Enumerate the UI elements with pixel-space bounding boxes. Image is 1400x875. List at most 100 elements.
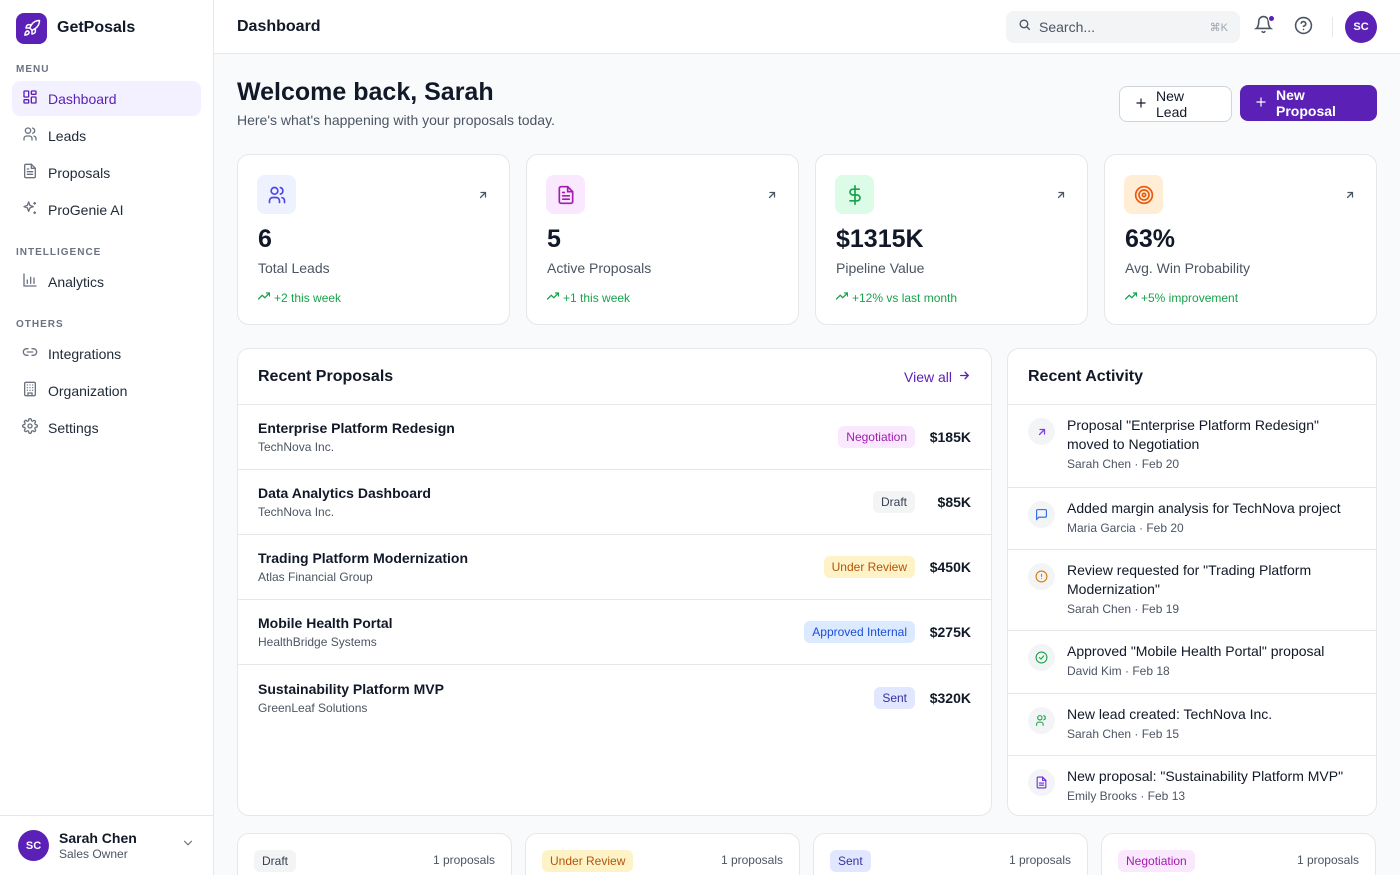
dashboard-icon — [22, 89, 38, 108]
plus-icon — [1254, 95, 1268, 112]
arrow-up-right-icon — [477, 188, 489, 206]
list-item[interactable]: New proposal: "Sustainability Platform M… — [1008, 756, 1376, 815]
section-label-menu: MENU — [16, 64, 50, 75]
sidebar-item-integrations[interactable]: Integrations — [12, 336, 201, 371]
proposal-client: TechNova Inc. — [258, 440, 335, 454]
activity-meta: Sarah Chen · Feb 20 — [1067, 457, 1180, 471]
sidebar-item-leads[interactable]: Leads — [12, 118, 201, 153]
proposal-amount: $185K — [929, 429, 971, 445]
stat-trend-text: +1 this week — [563, 290, 631, 305]
proposal-amount: $85K — [937, 494, 971, 510]
status-badge: Sent — [874, 686, 915, 709]
sidebar-item-settings[interactable]: Settings — [12, 410, 201, 445]
table-row[interactable]: Trading Platform Modernization Atlas Fina… — [238, 535, 991, 600]
status-card-negotiation[interactable]: Negotiation 1 proposals — [1101, 833, 1376, 875]
welcome-subtitle: Here's what's happening with your propos… — [237, 112, 555, 128]
notifications-button[interactable] — [1253, 15, 1276, 38]
sidebar-item-label: Settings — [48, 419, 99, 436]
proposal-client: TechNova Inc. — [258, 505, 335, 519]
building-icon — [22, 381, 38, 400]
proposal-amount: $320K — [929, 689, 971, 706]
sidebar-item-label: Analytics — [48, 273, 105, 290]
list-item[interactable]: New lead created: TechNova Inc. Sarah Che… — [1008, 694, 1376, 756]
rocket-icon — [16, 12, 47, 44]
sidebar-item-dashboard[interactable]: Dashboard — [12, 81, 201, 116]
activity-meta: Emily Brooks · Feb 13 — [1067, 789, 1186, 803]
brand[interactable]: GetPosals — [0, 0, 213, 56]
sidebar-item-progenie-ai[interactable]: ProGenie AI — [12, 192, 201, 227]
stat-value: 6 — [258, 225, 272, 253]
status-badge: Draft — [254, 850, 297, 872]
search-placeholder: Search... — [1039, 19, 1096, 35]
document-icon — [546, 175, 585, 214]
new-lead-button[interactable]: New Lead — [1119, 86, 1232, 122]
arrow-up-right-icon — [1344, 188, 1356, 206]
status-badge: Approved Internal — [804, 621, 915, 643]
proposal-name: Enterprise Platform Redesign — [258, 420, 455, 436]
table-row[interactable]: Enterprise Platform Redesign TechNova Inc… — [238, 405, 991, 470]
status-card-under-review[interactable]: Under Review 1 proposals — [525, 833, 800, 875]
activity-text: Review requested for "Trading Platform M… — [1067, 562, 1312, 597]
help-button[interactable] — [1294, 16, 1313, 40]
stat-trend-text: +5% improvement — [1141, 290, 1239, 305]
stat-card-active-proposals[interactable]: 5 Active Proposals +1 this week — [526, 154, 799, 325]
message-icon — [1028, 501, 1055, 528]
list-item[interactable]: Approved "Mobile Health Portal" proposal… — [1008, 631, 1376, 694]
status-count: 1 proposals — [1008, 853, 1071, 867]
stat-value: 63% — [1125, 225, 1176, 253]
stat-card-win-probability[interactable]: 63% Avg. Win Probability +5% improvement — [1104, 154, 1377, 325]
table-row[interactable]: Mobile Health Portal HealthBridge Systems… — [238, 600, 991, 665]
chevron-down-icon[interactable] — [181, 836, 195, 855]
sidebar-item-label: Integrations — [48, 345, 122, 362]
status-card-draft[interactable]: Draft 1 proposals — [237, 833, 512, 875]
stat-card-pipeline-value[interactable]: $1315K Pipeline Value +12% vs last month — [815, 154, 1088, 325]
document-icon — [22, 163, 38, 182]
trending-up-icon — [1124, 290, 1138, 305]
stat-label: Active Proposals — [547, 260, 652, 276]
stat-trend: +2 this week — [257, 290, 341, 305]
sidebar-item-analytics[interactable]: Analytics — [12, 264, 201, 299]
panel-header: Recent Activity — [1008, 349, 1376, 405]
list-item[interactable]: Added margin analysis for TechNova proje… — [1008, 488, 1376, 550]
section-label-intelligence: INTELLIGENCE — [16, 247, 102, 258]
new-proposal-button[interactable]: New Proposal — [1240, 85, 1377, 121]
status-card-sent[interactable]: Sent 1 proposals — [813, 833, 1088, 875]
list-item[interactable]: Review requested for "Trading Platform M… — [1008, 550, 1376, 631]
sidebar-item-label: Proposals — [48, 164, 111, 181]
welcome-title: Welcome back, Sarah — [237, 78, 494, 106]
trending-up-icon — [835, 290, 849, 305]
stat-card-total-leads[interactable]: 6 Total Leads +2 this week — [237, 154, 510, 325]
view-all-link[interactable]: View all — [904, 369, 971, 385]
gear-icon — [22, 418, 38, 437]
status-badge: Draft — [872, 491, 915, 513]
page-title: Dashboard — [237, 17, 321, 35]
divider — [1332, 17, 1333, 37]
check-circle-icon — [1028, 644, 1055, 671]
arrow-right-icon — [958, 369, 971, 385]
activity-meta: Sarah Chen · Feb 19 — [1067, 602, 1180, 616]
target-icon — [1124, 175, 1163, 214]
activity-text: Added margin analysis for TechNova proje… — [1067, 500, 1341, 516]
sidebar-item-organization[interactable]: Organization — [12, 373, 201, 408]
search-input[interactable]: Search... ⌘K — [1006, 11, 1240, 43]
status-badge: Negotiation — [1118, 850, 1195, 872]
dollar-icon — [835, 175, 874, 214]
link-icon — [22, 344, 38, 363]
arrow-up-right-icon — [1055, 188, 1067, 206]
proposal-client: HealthBridge Systems — [258, 635, 377, 649]
stat-trend-text: +12% vs last month — [852, 290, 958, 305]
notification-dot — [1268, 15, 1275, 22]
sparkles-icon — [22, 200, 38, 219]
user-menu[interactable]: SC Sarah Chen Sales Owner — [0, 815, 213, 875]
table-row[interactable]: Data Analytics Dashboard TechNova Inc. Dr… — [238, 470, 991, 535]
avatar[interactable]: SC — [1345, 11, 1377, 43]
stat-trend: +1 this week — [546, 290, 631, 305]
proposal-client: Atlas Financial Group — [258, 570, 373, 584]
activity-text: Proposal "Enterprise Platform Redesign" … — [1067, 417, 1319, 452]
bell-icon — [1253, 15, 1274, 38]
table-row[interactable]: Sustainability Platform MVP GreenLeaf Sol… — [238, 665, 991, 730]
sidebar-item-proposals[interactable]: Proposals — [12, 155, 201, 190]
proposal-name: Data Analytics Dashboard — [258, 485, 431, 501]
status-badge: Under Review — [542, 850, 634, 872]
list-item[interactable]: Proposal "Enterprise Platform Redesign" … — [1008, 405, 1376, 488]
